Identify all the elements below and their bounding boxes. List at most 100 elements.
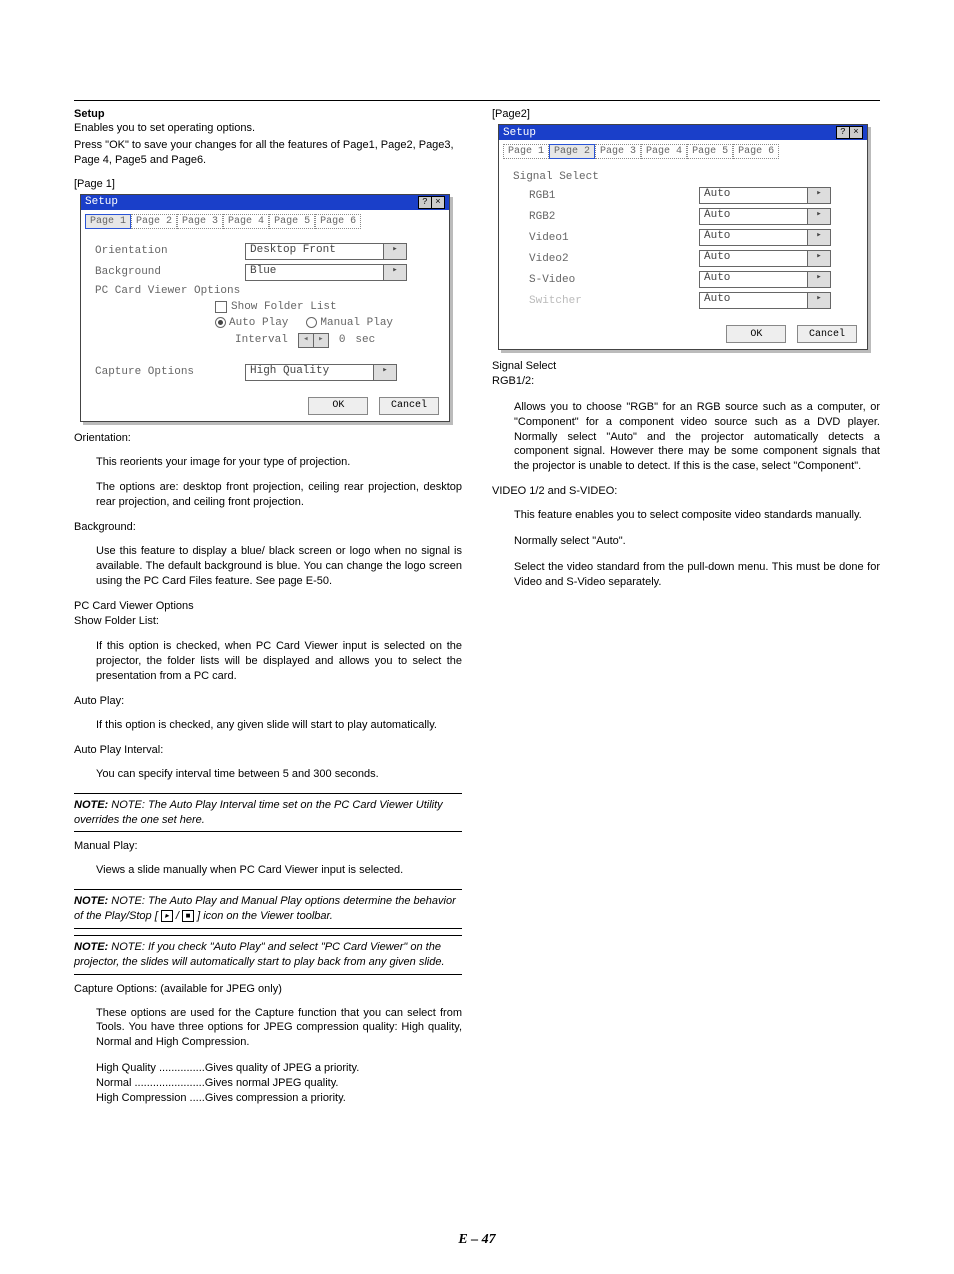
interval-value: 0 — [339, 334, 346, 346]
dropdown-arrow-icon[interactable]: ▸ — [807, 272, 830, 287]
signal-row: RGB2Auto▸ — [513, 208, 853, 225]
api-heading: Auto Play Interval: — [74, 744, 462, 756]
signal-dropdown[interactable]: Auto▸ — [699, 187, 831, 204]
page2-label: [Page2] — [492, 108, 880, 120]
orientation-dropdown[interactable]: Desktop Front▸ — [245, 243, 407, 260]
capture-options-label: Capture Options — [95, 366, 245, 378]
tab-page-2[interactable]: Page 2 — [131, 214, 177, 229]
close-icon[interactable]: × — [849, 126, 863, 139]
tab-page-4[interactable]: Page 4 — [223, 214, 269, 229]
titlebar-buttons[interactable]: ?× — [837, 126, 863, 139]
tab-page-1[interactable]: Page 1 — [503, 144, 549, 159]
dropdown-arrow-icon: ▸ — [807, 293, 830, 308]
signal-row: S-VideoAuto▸ — [513, 271, 853, 288]
setup-heading: Setup — [74, 108, 462, 120]
dialog-title: Setup — [503, 127, 536, 139]
rgb-heading: RGB1/2: — [492, 374, 880, 389]
signal-row: Video2Auto▸ — [513, 250, 853, 267]
signal-key: RGB1 — [513, 190, 699, 202]
titlebar-buttons[interactable]: ?× — [419, 196, 445, 209]
auto-play-radio[interactable] — [215, 317, 226, 328]
rgb-text: Allows you to choose "RGB" for an RGB so… — [492, 400, 880, 474]
signal-dropdown[interactable]: Auto▸ — [699, 250, 831, 267]
note-2: NOTE: NOTE: The Auto Play and Manual Pla… — [74, 889, 462, 929]
background-label: Background — [95, 266, 245, 278]
orientation-text-1: This reorients your image for your type … — [74, 455, 462, 470]
orientation-label: Orientation — [95, 245, 245, 257]
stepper-left-icon[interactable]: ◂ — [299, 334, 314, 347]
signal-row: Video1Auto▸ — [513, 229, 853, 246]
signal-key: S-Video — [513, 274, 699, 286]
interval-stepper[interactable]: ◂▸ — [298, 333, 329, 348]
co-line-1: High Quality ...............Gives qualit… — [96, 1061, 462, 1076]
capture-options-dropdown[interactable]: High Quality▸ — [245, 364, 397, 381]
ok-button[interactable]: OK — [726, 325, 786, 343]
dropdown-arrow-icon[interactable]: ▸ — [807, 209, 830, 224]
dropdown-arrow-icon[interactable]: ▸ — [807, 188, 830, 203]
sfl-text: If this option is checked, when PC Card … — [74, 639, 462, 684]
help-icon[interactable]: ? — [418, 196, 432, 209]
signal-dropdown: Auto▸ — [699, 292, 831, 309]
setup-dialog-page2: Setup ?× Page 1 Page 2 Page 3 Page 4 Pag… — [498, 124, 868, 350]
tab-page-3[interactable]: Page 3 — [177, 214, 223, 229]
tab-page-2[interactable]: Page 2 — [549, 144, 595, 159]
signal-row: RGB1Auto▸ — [513, 187, 853, 204]
stop-icon: ■ — [182, 910, 194, 922]
signal-dropdown[interactable]: Auto▸ — [699, 271, 831, 288]
interval-label: Interval — [235, 334, 288, 346]
tab-page-5[interactable]: Page 5 — [269, 214, 315, 229]
signal-row: SwitcherAuto▸ — [513, 292, 853, 309]
co-text: These options are used for the Capture f… — [74, 1006, 462, 1051]
sfl-heading: Show Folder List: — [74, 614, 462, 629]
vs-text-1: This feature enables you to select compo… — [492, 508, 880, 523]
signal-key: Video1 — [513, 232, 699, 244]
dropdown-arrow-icon[interactable]: ▸ — [807, 230, 830, 245]
vs-text-2: Normally select "Auto". — [492, 534, 880, 549]
auto-play-label: Auto Play — [229, 317, 288, 329]
signal-key: Video2 — [513, 253, 699, 265]
orientation-text-2: The options are: desktop front projectio… — [74, 480, 462, 510]
tab-page-6[interactable]: Page 6 — [733, 144, 779, 159]
background-text: Use this feature to display a blue/ blac… — [74, 544, 462, 589]
tab-page-6[interactable]: Page 6 — [315, 214, 361, 229]
dialog-tabs[interactable]: Page 1 Page 2 Page 3 Page 4 Page 5 Page … — [81, 210, 449, 229]
background-dropdown[interactable]: Blue▸ — [245, 264, 407, 281]
co-line-3: High Compression .....Gives compression … — [96, 1091, 462, 1106]
signal-dropdown[interactable]: Auto▸ — [699, 208, 831, 225]
ap-text: If this option is checked, any given sli… — [74, 718, 462, 733]
mp-heading: Manual Play: — [74, 840, 462, 852]
dropdown-arrow-icon[interactable]: ▸ — [383, 244, 406, 259]
orientation-heading: Orientation: — [74, 432, 462, 444]
cancel-button[interactable]: Cancel — [379, 397, 439, 415]
dropdown-arrow-icon[interactable]: ▸ — [373, 365, 396, 380]
tab-page-3[interactable]: Page 3 — [595, 144, 641, 159]
dialog-tabs[interactable]: Page 1 Page 2 Page 3 Page 4 Page 5 Page … — [499, 140, 867, 159]
note-1: NOTE: NOTE: The Auto Play Interval time … — [74, 793, 462, 833]
mp-text: Views a slide manually when PC Card View… — [74, 863, 462, 878]
pcv-heading: PC Card Viewer Options — [74, 600, 462, 612]
co-line-2: Normal .......................Gives norm… — [96, 1076, 462, 1091]
signal-key: Switcher — [513, 295, 699, 307]
tab-page-1[interactable]: Page 1 — [85, 214, 131, 229]
background-heading: Background: — [74, 521, 462, 533]
ok-button[interactable]: OK — [308, 397, 368, 415]
ap-heading: Auto Play: — [74, 695, 462, 707]
signal-dropdown[interactable]: Auto▸ — [699, 229, 831, 246]
vs-heading: VIDEO 1/2 and S-VIDEO: — [492, 485, 880, 497]
manual-play-radio[interactable] — [306, 317, 317, 328]
page1-label: [Page 1] — [74, 178, 462, 190]
setup-intro-2: Press "OK" to save your changes for all … — [74, 138, 462, 168]
dropdown-arrow-icon[interactable]: ▸ — [807, 251, 830, 266]
help-icon[interactable]: ? — [836, 126, 850, 139]
tab-page-5[interactable]: Page 5 — [687, 144, 733, 159]
manual-play-label: Manual Play — [320, 317, 393, 329]
tab-page-4[interactable]: Page 4 — [641, 144, 687, 159]
cancel-button[interactable]: Cancel — [797, 325, 857, 343]
setup-dialog-page1: Setup ?× Page 1 Page 2 Page 3 Page 4 Pag… — [80, 194, 450, 422]
pc-viewer-label: PC Card Viewer Options — [95, 285, 240, 297]
dialog-title: Setup — [85, 196, 118, 208]
close-icon[interactable]: × — [431, 196, 445, 209]
dropdown-arrow-icon[interactable]: ▸ — [383, 265, 406, 280]
show-folder-checkbox[interactable] — [215, 301, 227, 313]
stepper-right-icon[interactable]: ▸ — [314, 334, 328, 347]
